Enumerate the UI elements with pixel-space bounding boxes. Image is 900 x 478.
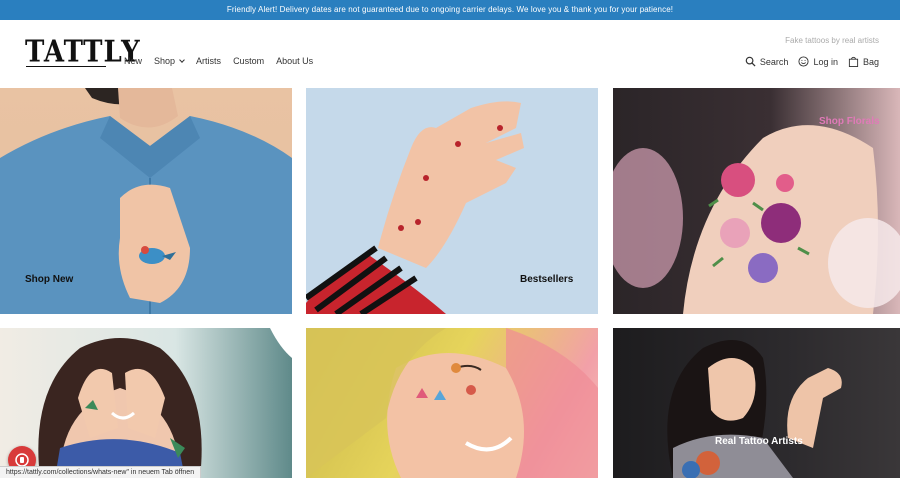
main-nav: New Shop Artists Custom About Us <box>124 56 325 66</box>
nav-artists[interactable]: Artists <box>196 56 221 66</box>
tile-real-tattoo-artists[interactable]: Real Tattoo Artists <box>613 328 900 478</box>
announcement-text: Friendly Alert! Delivery dates are not g… <box>226 5 674 14</box>
nav-new-label: New <box>124 56 143 66</box>
search-button[interactable]: Search <box>745 56 789 67</box>
login-button[interactable]: Log in <box>798 56 838 67</box>
child-covering-eyes-photo <box>38 328 292 478</box>
announcement-bar: Friendly Alert! Delivery dates are not g… <box>0 0 900 20</box>
tile-label: Real Tattoo Artists <box>715 436 803 447</box>
bag-icon <box>848 56 859 67</box>
tile-label: Shop New <box>25 274 74 285</box>
tile-kids[interactable] <box>0 328 292 478</box>
tile-bestsellers[interactable]: Bestsellers <box>306 88 598 314</box>
tile-label: Shop Florals <box>819 116 880 127</box>
bag-label: Bag <box>862 56 879 67</box>
browser-status-bar: https://tattly.com/collections/whats-new… <box>0 466 202 478</box>
tagline: Fake tattoos by real artists <box>785 36 879 45</box>
header-utilities: Search Log in Bag <box>745 56 879 67</box>
search-icon <box>745 56 756 67</box>
nav-new[interactable]: New <box>124 56 142 66</box>
tile-shop-florals[interactable]: Shop Florals <box>613 88 900 314</box>
nav-artists-label: Artists <box>196 56 222 66</box>
logo-underline <box>26 66 106 67</box>
nav-shop[interactable]: Shop <box>154 56 185 66</box>
tile-label: Bestsellers <box>520 274 574 285</box>
nav-about-label: About Us <box>276 56 314 66</box>
search-label: Search <box>759 56 789 67</box>
woman-flexing-photo <box>667 340 842 478</box>
nav-custom[interactable]: Custom <box>233 56 264 66</box>
chevron-down-icon <box>179 57 185 63</box>
tile-face-tattoos[interactable] <box>306 328 598 478</box>
nav-shop-label: Shop <box>154 56 176 66</box>
login-label: Log in <box>813 56 838 67</box>
nav-custom-label: Custom <box>233 56 265 66</box>
smiling-face-photo <box>306 328 598 478</box>
site-header: TATTLY New Shop Artists Custom About Us … <box>0 20 900 88</box>
nav-about-us[interactable]: About Us <box>276 56 313 66</box>
status-bar-url: https://tattly.com/collections/whats-new… <box>6 469 195 476</box>
category-grid: Shop New Bestsellers Shop Florals Real T… <box>0 88 900 478</box>
bag-button[interactable]: Bag <box>848 56 879 67</box>
smiley-icon <box>798 56 809 67</box>
tile-shop-new[interactable]: Shop New <box>0 88 292 314</box>
